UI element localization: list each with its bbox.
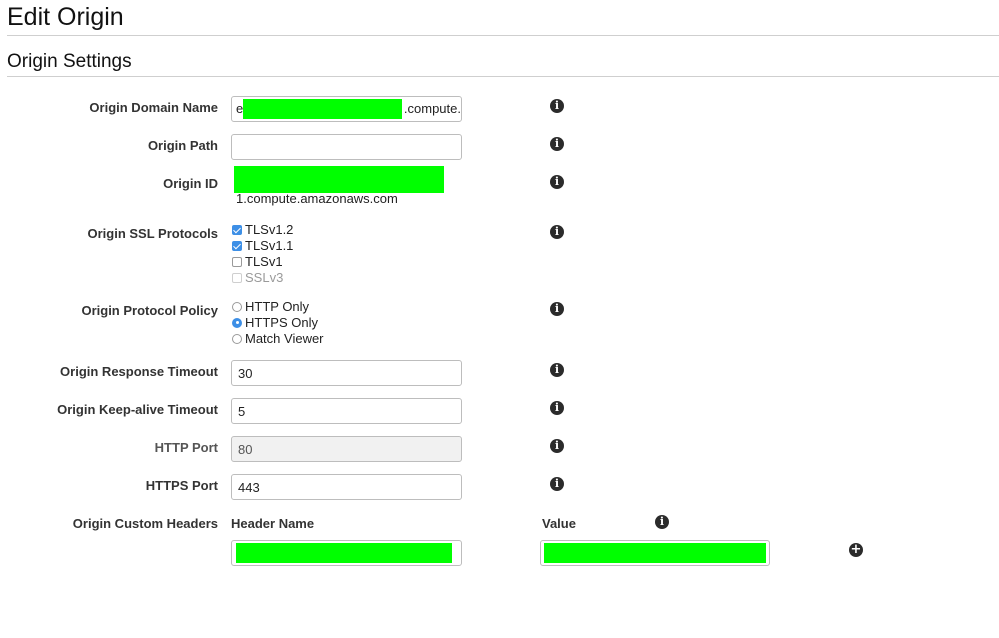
info-icon[interactable]: i	[550, 99, 564, 113]
origin-response-timeout-input[interactable]	[231, 360, 462, 386]
origin-domain-name-label: Origin Domain Name	[89, 100, 218, 115]
origin-id-value-suffix: 1.compute.amazonaws.com	[236, 191, 398, 206]
info-icon[interactable]: i	[550, 363, 564, 377]
origin-response-timeout-label: Origin Response Timeout	[60, 364, 218, 379]
info-icon[interactable]: i	[550, 175, 564, 189]
ssl-option-label: TLSv1.1	[245, 238, 294, 253]
ssl-option-label: SSLv3	[245, 270, 284, 285]
ssl-option-sslv3: SSLv3	[232, 270, 283, 285]
info-icon[interactable]: i	[550, 439, 564, 453]
header-name-input[interactable]	[231, 540, 462, 566]
origin-ssl-protocols-label: Origin SSL Protocols	[87, 226, 218, 241]
origin-domain-name-suffix: .compute.	[403, 101, 461, 116]
ssl-option-tlsv1-1[interactable]: TLSv1.1	[232, 238, 293, 253]
origin-keepalive-timeout-input[interactable]	[231, 398, 462, 424]
https-port-input[interactable]	[231, 474, 462, 500]
checkbox-disabled	[232, 272, 242, 283]
protocol-option-label: HTTPS Only	[245, 315, 318, 330]
http-port-label: HTTP Port	[154, 440, 218, 455]
section-title: Origin Settings	[7, 51, 132, 72]
info-icon[interactable]: i	[550, 302, 564, 316]
origin-path-input[interactable]	[231, 134, 462, 160]
info-icon[interactable]: i	[550, 401, 564, 415]
ssl-option-tlsv1-2[interactable]: TLSv1.2	[232, 222, 293, 237]
section-divider	[7, 76, 999, 77]
value-column-heading: Value	[542, 516, 576, 531]
origin-keepalive-timeout-label: Origin Keep-alive Timeout	[57, 402, 218, 417]
info-icon[interactable]: i	[550, 477, 564, 491]
radio-unselected[interactable]	[232, 301, 242, 312]
redacted-value	[544, 543, 766, 563]
origin-domain-name-prefix: e	[236, 101, 244, 116]
info-icon[interactable]: i	[550, 137, 564, 151]
info-icon[interactable]: i	[550, 225, 564, 239]
origin-custom-headers-label: Origin Custom Headers	[72, 516, 218, 531]
origin-id-value-redacted	[234, 166, 444, 193]
title-divider	[7, 35, 999, 36]
radio-selected[interactable]	[232, 317, 242, 328]
add-header-icon[interactable]: +	[849, 543, 863, 557]
origin-domain-name-input[interactable]: e .compute.	[231, 96, 462, 122]
checkbox-unchecked[interactable]	[232, 256, 242, 267]
origin-path-label: Origin Path	[147, 138, 218, 153]
https-port-label: HTTPS Port	[145, 478, 218, 493]
protocol-option-label: HTTP Only	[245, 299, 310, 314]
origin-id-label: Origin ID	[163, 176, 218, 191]
info-icon[interactable]: i	[655, 515, 669, 529]
ssl-option-label: TLSv1	[245, 254, 283, 269]
ssl-option-tlsv1[interactable]: TLSv1	[232, 254, 283, 269]
origin-protocol-policy-label: Origin Protocol Policy	[81, 303, 218, 318]
checkbox-checked[interactable]	[232, 224, 242, 235]
protocol-option-https-only[interactable]: HTTPS Only	[232, 315, 318, 330]
redacted-value	[236, 543, 452, 563]
page-title: Edit Origin	[7, 3, 124, 31]
protocol-option-match-viewer[interactable]: Match Viewer	[232, 331, 324, 346]
checkbox-checked[interactable]	[232, 240, 242, 251]
protocol-option-http-only[interactable]: HTTP Only	[232, 299, 309, 314]
radio-unselected[interactable]	[232, 333, 242, 344]
redacted-value	[243, 99, 402, 119]
http-port-input	[231, 436, 462, 462]
header-name-column-heading: Header Name	[231, 516, 315, 531]
protocol-option-label: Match Viewer	[245, 331, 324, 346]
header-value-input[interactable]	[540, 540, 770, 566]
ssl-option-label: TLSv1.2	[245, 222, 294, 237]
